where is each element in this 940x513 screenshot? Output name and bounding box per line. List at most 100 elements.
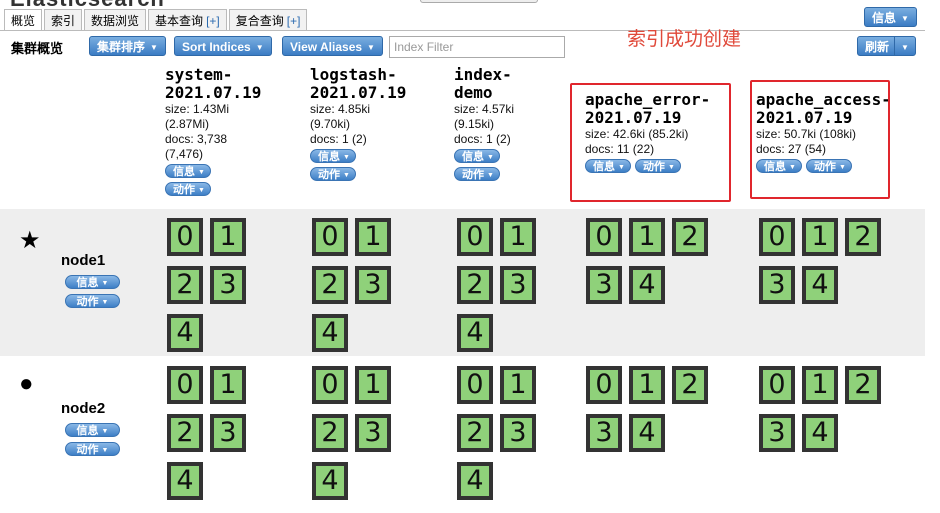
chevron-down-icon: ▼ — [901, 14, 909, 23]
chevron-down-icon: ▼ — [487, 172, 494, 179]
index-header: logstash- 2021.07.19 size: 4.85ki (9.70k… — [310, 66, 450, 183]
shard[interactable]: 3 — [500, 266, 536, 304]
index-header: system- 2021.07.19 size: 1.43Mi (2.87Mi)… — [165, 66, 305, 198]
shard-group: 012 34 — [759, 218, 894, 314]
tab-compound-query[interactable]: 复合查询 [+] — [228, 9, 308, 30]
shard[interactable]: 1 — [500, 366, 536, 404]
shard[interactable]: 0 — [457, 218, 493, 256]
shard[interactable]: 0 — [312, 218, 348, 256]
shard[interactable]: 4 — [629, 414, 665, 452]
shard[interactable]: 2 — [312, 414, 348, 452]
highlight-box — [750, 80, 890, 199]
shard[interactable]: 1 — [355, 218, 391, 256]
shard[interactable]: 2 — [845, 218, 881, 256]
shard[interactable]: 1 — [355, 366, 391, 404]
shard[interactable]: 0 — [167, 218, 203, 256]
info-button[interactable]: 信息 ▼ — [65, 275, 120, 289]
shard-group: 012 34 — [759, 366, 894, 462]
shard[interactable]: 1 — [500, 218, 536, 256]
index-docs: docs: 1 (2) — [310, 132, 367, 146]
shard[interactable]: 4 — [312, 314, 348, 352]
info-button[interactable]: 信息 ▼ — [65, 423, 120, 437]
chevron-down-icon: ▼ — [367, 43, 375, 52]
tab-indices[interactable]: 索引 — [44, 9, 83, 30]
shard[interactable]: 1 — [210, 366, 246, 404]
shard[interactable]: 4 — [629, 266, 665, 304]
shard[interactable]: 2 — [672, 366, 708, 404]
shard[interactable]: 4 — [457, 462, 493, 500]
tab-overview[interactable]: 概览 — [4, 9, 43, 31]
shard[interactable]: 3 — [586, 414, 622, 452]
shard[interactable]: 3 — [500, 414, 536, 452]
index-size: size: 1.43Mi (2.87Mi) — [165, 102, 230, 131]
shard[interactable]: 3 — [210, 414, 246, 452]
chevron-down-icon: ▼ — [101, 280, 109, 287]
shard[interactable]: 3 — [759, 266, 795, 304]
shard[interactable]: 3 — [586, 266, 622, 304]
shard[interactable]: 0 — [457, 366, 493, 404]
shard[interactable]: 1 — [629, 366, 665, 404]
shard[interactable]: 2 — [457, 266, 493, 304]
action-button[interactable]: 动作 ▼ — [65, 442, 120, 456]
shard[interactable]: 4 — [167, 314, 203, 352]
shard[interactable]: 2 — [312, 266, 348, 304]
shard[interactable]: 3 — [355, 266, 391, 304]
shard[interactable]: 4 — [167, 462, 203, 500]
chevron-down-icon: ▼ — [101, 447, 109, 454]
shard[interactable]: 0 — [759, 218, 795, 256]
refresh-button[interactable]: 刷新 — [857, 36, 898, 56]
shard[interactable]: 4 — [312, 462, 348, 500]
shard[interactable]: 1 — [802, 366, 838, 404]
index-name: logstash- 2021.07.19 — [310, 65, 407, 102]
shard[interactable]: 3 — [210, 266, 246, 304]
action-button[interactable]: 动作 ▼ — [65, 294, 120, 308]
info-button[interactable]: 信息 ▼ — [310, 149, 356, 163]
shard-group: 012 34 — [586, 366, 721, 462]
view-aliases-button[interactable]: View Aliases ▼ — [282, 36, 383, 56]
shard[interactable]: 2 — [457, 414, 493, 452]
shard-group: 01234 — [312, 218, 402, 362]
shard[interactable]: 4 — [802, 414, 838, 452]
shard[interactable]: 0 — [586, 366, 622, 404]
shard[interactable]: 2 — [167, 266, 203, 304]
shard[interactable]: 0 — [759, 366, 795, 404]
shard[interactable]: 0 — [167, 366, 203, 404]
page-title: 集群概览 — [11, 41, 64, 56]
shard[interactable]: 1 — [210, 218, 246, 256]
chevron-down-icon: ▼ — [101, 428, 109, 435]
action-button[interactable]: 动作 ▼ — [310, 167, 356, 181]
shard[interactable]: 4 — [802, 266, 838, 304]
tab-browser[interactable]: 数据浏览 — [84, 9, 147, 30]
node-row: ● node2 信息 ▼ 动作 ▼ 01234 01234 01234 01234 … — [0, 357, 925, 513]
shard[interactable]: 2 — [845, 366, 881, 404]
tab-basic-query[interactable]: 基本查询 [+] — [148, 9, 227, 30]
shard[interactable]: 2 — [672, 218, 708, 256]
shard-group: 01234 — [167, 366, 257, 510]
sort-cluster-button[interactable]: 集群排序 ▼ — [89, 36, 166, 56]
info-button[interactable]: 信息 ▼ — [165, 164, 211, 178]
info-menu-button[interactable]: 信息 ▼ — [864, 7, 917, 27]
shard[interactable]: 1 — [629, 218, 665, 256]
shard[interactable]: 3 — [759, 414, 795, 452]
shard[interactable]: 4 — [457, 314, 493, 352]
shard[interactable]: 0 — [586, 218, 622, 256]
shard[interactable]: 0 — [312, 366, 348, 404]
circle-icon: ● — [19, 370, 34, 397]
shard-group: 01234 — [457, 366, 547, 510]
action-button[interactable]: 动作 ▼ — [165, 182, 211, 196]
refresh-options-button[interactable]: ▼ — [894, 36, 916, 56]
sort-indices-button[interactable]: Sort Indices ▼ — [174, 36, 272, 56]
highlight-box — [570, 83, 731, 202]
scrollbar[interactable] — [420, 0, 538, 3]
tab-bar: 概览 索引 数据浏览 基本查询 [+] 复合查询 [+] — [4, 9, 309, 31]
action-button[interactable]: 动作 ▼ — [454, 167, 500, 181]
info-button[interactable]: 信息 ▼ — [454, 149, 500, 163]
add-tab-link[interactable]: [+] — [206, 14, 220, 28]
index-filter-input[interactable] — [389, 36, 565, 58]
shard[interactable]: 1 — [802, 218, 838, 256]
index-docs: docs: 3,738 (7,476) — [165, 132, 228, 161]
shard[interactable]: 3 — [355, 414, 391, 452]
node-actions: 信息 ▼ 动作 ▼ — [65, 421, 124, 461]
shard[interactable]: 2 — [167, 414, 203, 452]
add-tab-link[interactable]: [+] — [287, 14, 301, 28]
